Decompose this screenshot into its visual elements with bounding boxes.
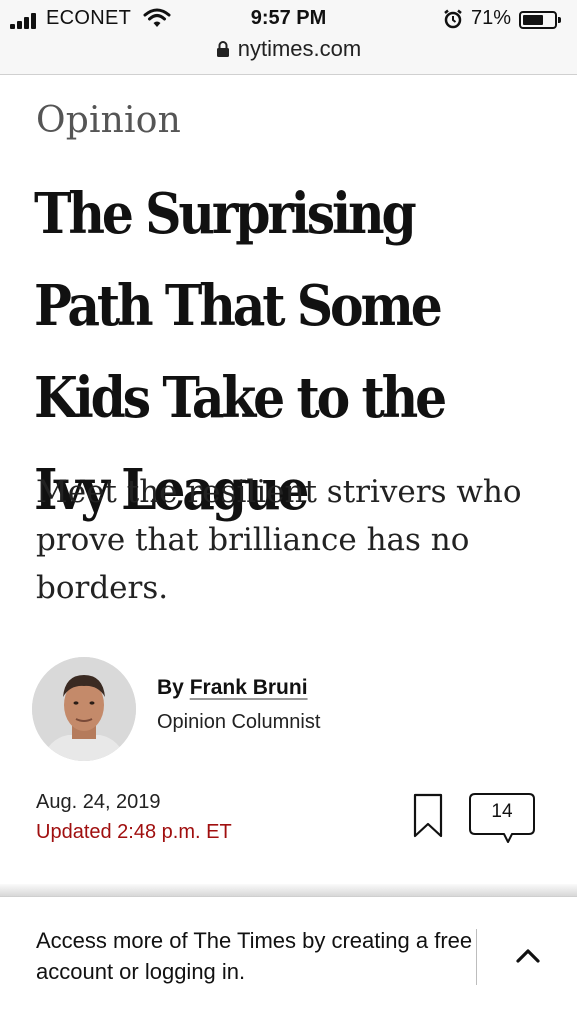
- battery-percent: 71%: [471, 7, 512, 29]
- comments-button[interactable]: 14: [468, 792, 536, 844]
- alarm-icon: [444, 9, 462, 29]
- byline: By Frank Bruni: [157, 676, 308, 700]
- author-role: Opinion Columnist: [157, 711, 321, 733]
- publish-date: Aug. 24, 2019: [36, 791, 161, 813]
- banner-message[interactable]: Access more of The Times by creating a f…: [36, 925, 476, 987]
- chevron-up-icon[interactable]: [510, 941, 546, 969]
- author-name-link[interactable]: Frank Bruni: [190, 676, 308, 699]
- banner-shadow: [0, 884, 577, 896]
- lock-icon: [216, 41, 229, 57]
- article-summary: Meet the resilient strivers who prove th…: [36, 474, 522, 606]
- url-text: nytimes.com: [237, 36, 362, 61]
- comment-count: 14: [491, 801, 513, 822]
- battery-icon: [519, 11, 561, 29]
- account-banner[interactable]: Access more of The Times by creating a f…: [0, 896, 577, 1025]
- section-kicker[interactable]: Opinion: [36, 100, 181, 141]
- status-bar: ECONET 9:57 PM 71%: [0, 5, 577, 33]
- byline-prefix: By: [157, 676, 190, 699]
- author-avatar[interactable]: [32, 657, 136, 761]
- banner-divider: [476, 929, 477, 985]
- browser-top-bar: ECONET 9:57 PM 71% nytimes.com: [0, 0, 577, 75]
- address-bar[interactable]: nytimes.com: [0, 36, 577, 62]
- bookmark-icon[interactable]: [412, 792, 444, 840]
- updated-timestamp: Updated 2:48 p.m. ET: [36, 821, 232, 843]
